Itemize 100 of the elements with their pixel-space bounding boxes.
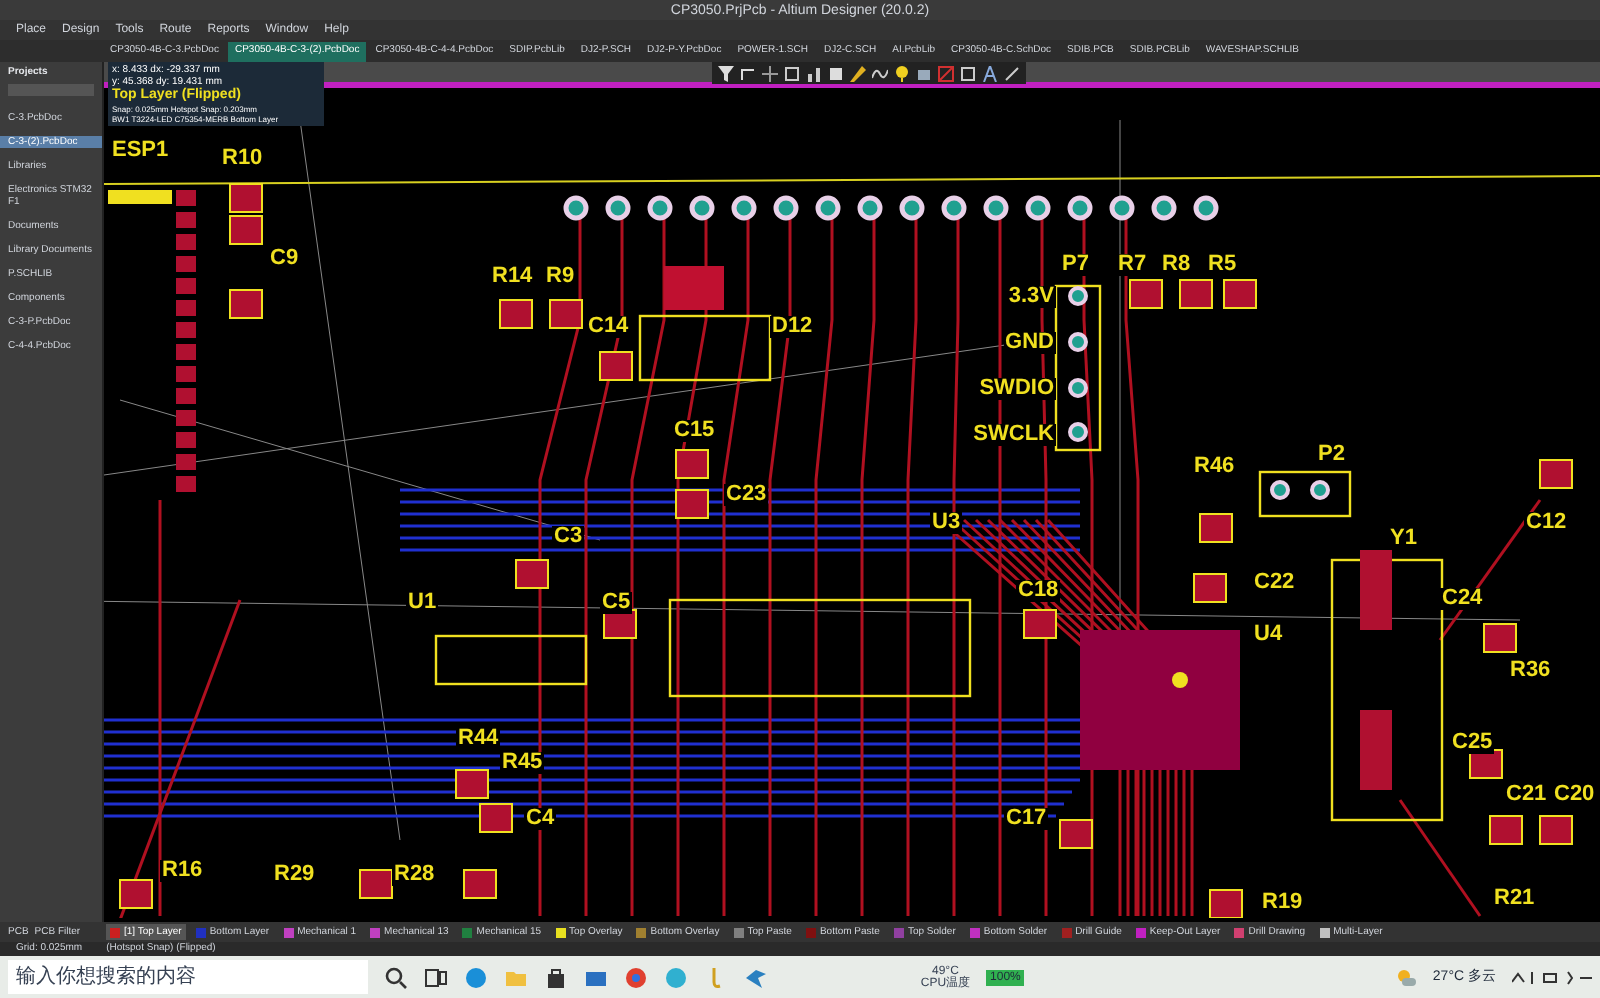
- component-designator: U3: [930, 512, 963, 534]
- bird-icon[interactable]: [744, 965, 768, 989]
- sun-cloud-icon: [1396, 967, 1417, 987]
- via-pad: [731, 195, 757, 221]
- component-designator: R19: [1260, 892, 1305, 914]
- pin-label: SWDIO: [977, 378, 1056, 400]
- via-pad: [563, 195, 589, 221]
- copper-pad: [455, 769, 489, 799]
- copper-pad: [1223, 279, 1257, 309]
- copper-pad: [675, 489, 709, 519]
- copper-pad: [1539, 815, 1573, 845]
- component-designator: C25: [1450, 732, 1495, 754]
- copper-pad: [1059, 819, 1093, 849]
- via-pad: [1025, 195, 1051, 221]
- letter-icon[interactable]: [982, 65, 998, 81]
- copper-pad: [229, 289, 263, 319]
- component-designator: R14: [490, 266, 535, 288]
- silkscreen-outline: [1258, 470, 1352, 518]
- via-pad: [1172, 672, 1188, 688]
- component-designator: C9: [268, 248, 301, 270]
- copper-pad: [1360, 550, 1392, 630]
- via-pad: [1068, 422, 1088, 442]
- round-app-icon[interactable]: [624, 965, 648, 989]
- component-designator: C20: [1552, 784, 1597, 806]
- via-pad: [1109, 195, 1135, 221]
- copper-pad: [1360, 710, 1392, 790]
- component-designator: P7: [1060, 254, 1091, 276]
- pin-icon[interactable]: [894, 65, 910, 81]
- pin-label: GND: [1003, 332, 1056, 354]
- component-designator: C12: [1524, 512, 1569, 534]
- square-icon[interactable]: [916, 65, 932, 81]
- via-pad: [941, 195, 967, 221]
- component-designator: C21: [1504, 784, 1549, 806]
- component-designator: C3: [552, 526, 585, 548]
- via-pad: [899, 195, 925, 221]
- component-designator: C4: [524, 808, 557, 830]
- silkscreen-outline: [638, 314, 772, 382]
- copper-pad: [515, 559, 549, 589]
- component-designator: R5: [1206, 254, 1239, 276]
- copper-pad: [1483, 623, 1517, 653]
- component-designator: C15: [672, 420, 717, 442]
- route-icon[interactable]: [740, 65, 756, 81]
- task-view-icon[interactable]: [424, 965, 448, 989]
- copper-pad: [1193, 573, 1227, 603]
- square-icon[interactable]: [784, 65, 800, 81]
- via-pad: [1068, 286, 1088, 306]
- pcb-canvas[interactable]: [104, 62, 1600, 922]
- copper-pad: [463, 869, 497, 899]
- component-designator: R21: [1492, 888, 1537, 910]
- component-designator: R45: [500, 752, 545, 774]
- component-designator: R44: [456, 728, 501, 750]
- line-icon[interactable]: [1004, 65, 1020, 81]
- via-pad: [773, 195, 799, 221]
- copper-pad: [499, 299, 533, 329]
- component-designator: U1: [406, 592, 439, 614]
- component-designator: Y1: [1388, 528, 1419, 550]
- component-designator: C18: [1016, 580, 1061, 602]
- copper-pad: [675, 449, 709, 479]
- copper-pad: [119, 879, 153, 909]
- panel-search-field[interactable]: [8, 84, 94, 96]
- wave-icon[interactable]: [872, 65, 888, 81]
- via-pad: [605, 195, 631, 221]
- copper-pad: [599, 351, 633, 381]
- component-designator: R29: [272, 864, 317, 886]
- search-icon[interactable]: [384, 965, 408, 989]
- component-designator: R36: [1508, 660, 1553, 682]
- copper-pad: [229, 215, 263, 245]
- bag-icon[interactable]: [544, 965, 568, 989]
- copper-pad: [229, 183, 263, 213]
- taskbar-search-field[interactable]: 输入你想搜索的内容: [8, 960, 368, 994]
- component-designator: P2: [1316, 444, 1347, 466]
- via-pad: [857, 195, 883, 221]
- copper-pad: [549, 299, 583, 329]
- component-designator: R10: [220, 148, 265, 170]
- copper-pad: [1179, 279, 1213, 309]
- component-designator: C5: [600, 592, 633, 614]
- component-designator: C24: [1440, 588, 1485, 610]
- component-designator: R8: [1160, 254, 1193, 276]
- via-pad: [1068, 332, 1088, 352]
- copper-pad: [1023, 609, 1057, 639]
- component-designator: R46: [1192, 456, 1237, 478]
- component-designator: C23: [724, 484, 769, 506]
- square-icon[interactable]: [828, 65, 844, 81]
- component-designator: R9: [544, 266, 577, 288]
- via-pad: [983, 195, 1009, 221]
- top-layer-trace: [1398, 799, 1482, 917]
- via-pad: [815, 195, 841, 221]
- slash-icon[interactable]: [938, 65, 954, 81]
- copper-pad: [359, 869, 393, 899]
- browser-icon[interactable]: [464, 965, 488, 989]
- copper-pad: [1209, 889, 1243, 918]
- via-pad: [1151, 195, 1177, 221]
- copper-pad: [479, 803, 513, 833]
- plus-icon[interactable]: [762, 65, 778, 81]
- chart-icon[interactable]: [806, 65, 822, 81]
- via-pad: [1068, 378, 1088, 398]
- via-pad: [1193, 195, 1219, 221]
- copper-pad: [1489, 815, 1523, 845]
- copper-pad: [1129, 279, 1163, 309]
- pin-label: 3.3V: [1006, 286, 1056, 308]
